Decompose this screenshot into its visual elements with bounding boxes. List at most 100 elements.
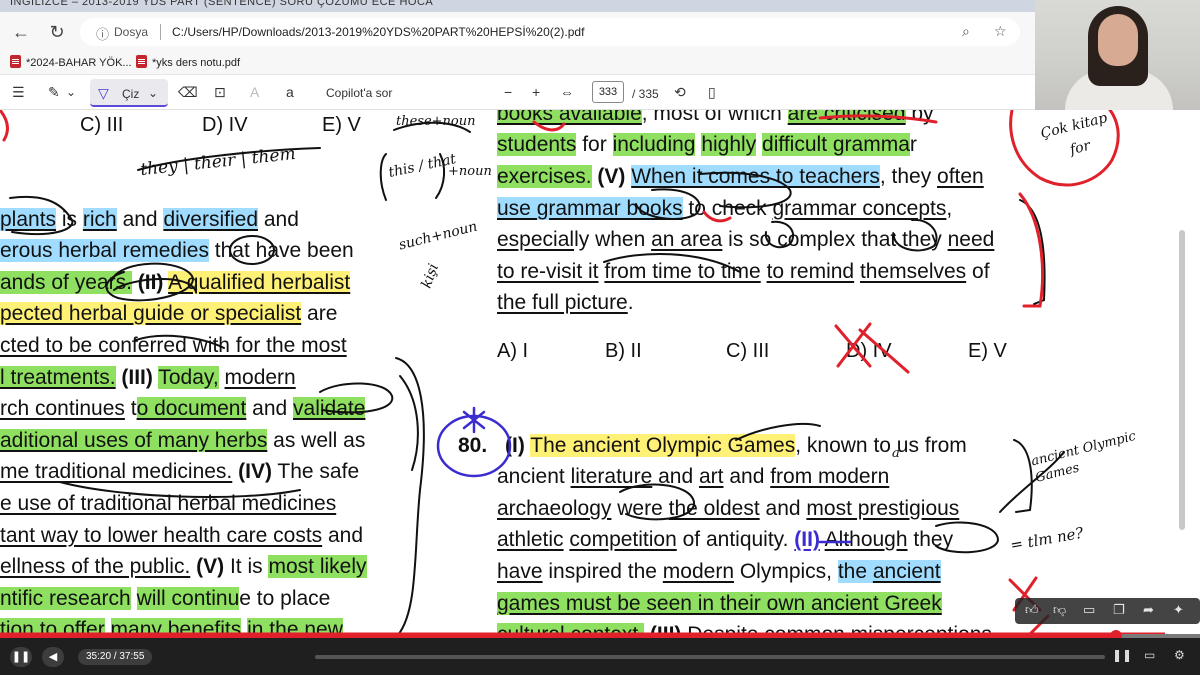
option-e: E) V bbox=[968, 340, 1007, 362]
option-c: C) III bbox=[80, 114, 124, 136]
chevron-down-icon[interactable]: ⌄ bbox=[66, 83, 76, 101]
left-line-14: tion to offer many benefits in the new bbox=[0, 616, 343, 635]
divider bbox=[160, 24, 161, 40]
pdf-icon bbox=[136, 55, 147, 68]
left-line-5: cted to be conferred with for the most bbox=[0, 334, 347, 357]
copy-icon[interactable]: ❐ bbox=[1113, 602, 1125, 618]
handwriting-for: for bbox=[1068, 137, 1092, 159]
bookmark-item[interactable]: *2024-BAHAR YÖK... bbox=[10, 55, 132, 69]
refresh-icon[interactable]: ↻ bbox=[46, 21, 68, 43]
left-line-2: erous herbal remedies that have been bbox=[0, 239, 354, 262]
url-field[interactable]: ⓘ Dosya C:/Users/HP/Downloads/2013-2019%… bbox=[80, 18, 1020, 46]
q80-line-4: athletic competition of antiquity. (II) … bbox=[497, 528, 954, 551]
q80-line-5: have inspired the modern Olympics, the a… bbox=[497, 560, 941, 583]
left-line-3: ands of years. (II) A qualified herbalis… bbox=[0, 271, 351, 294]
url-text[interactable]: C:/Users/HP/Downloads/2013-2019%20YDS%20… bbox=[172, 25, 584, 39]
draw-button[interactable]: ▽ Çiz ⌄ bbox=[90, 79, 168, 107]
read-aloud-icon[interactable]: a bbox=[286, 83, 294, 101]
scrollbar-thumb[interactable] bbox=[1179, 230, 1185, 530]
highlight-icon[interactable]: ✎ bbox=[48, 83, 60, 101]
zoom-out-button[interactable]: − bbox=[504, 83, 512, 101]
page-total: / 335 bbox=[632, 87, 659, 101]
draw-icon: ▽ bbox=[98, 85, 109, 101]
zoom-in-button[interactable]: + bbox=[532, 83, 540, 101]
left-line-8: aditional uses of many herbs as well as bbox=[0, 429, 366, 452]
right-line-4: use grammar books to check grammar conce… bbox=[497, 197, 953, 220]
bookmark-item[interactable]: *yks ders notu.pdf bbox=[136, 55, 240, 69]
eraser-icon[interactable]: ⌫ bbox=[178, 83, 198, 101]
pause-icon[interactable]: ❚❚ bbox=[10, 647, 32, 667]
q80-line-3: archaeology were the oldest and most pre… bbox=[497, 497, 960, 520]
info-icon[interactable]: ⓘ bbox=[96, 24, 109, 43]
settings-gear-icon[interactable]: ⚙ bbox=[1174, 648, 1185, 662]
left-line-4: pected herbal guide or specialist are bbox=[0, 302, 338, 325]
video-timecode: 35:20 / 37:55 bbox=[78, 649, 153, 665]
handwriting-these-noun: these+noun bbox=[396, 114, 476, 129]
handwriting-them-ne: = tlm ne? bbox=[1008, 523, 1085, 555]
handwriting-mark: a bbox=[892, 446, 900, 461]
annotation-floating-toolbar: 👍︎ 👎︎ ▭ ❐ ➦ ✦ bbox=[1015, 598, 1200, 624]
sparkle-icon[interactable]: ✦ bbox=[1173, 602, 1184, 618]
left-line-7: rch continues to document and validate bbox=[0, 397, 366, 420]
left-line-11: tant way to lower health care costs and bbox=[0, 524, 364, 547]
thumbs-down-icon[interactable]: 👎︎ bbox=[1053, 602, 1066, 618]
handwriting-ancient-olympic: ancient Olympic Games bbox=[1029, 428, 1138, 486]
bookmarks-bar: *2024-BAHAR YÖK... *yks ders notu.pdf bbox=[0, 52, 1035, 74]
back-arrow-icon[interactable]: ← bbox=[10, 21, 32, 43]
option-a: A) I bbox=[497, 340, 529, 362]
webcam-feed bbox=[1035, 0, 1200, 110]
contents-icon[interactable]: ☰ bbox=[12, 83, 25, 101]
left-line-9: me traditional medicines. (IV) The safe bbox=[0, 460, 360, 483]
video-controls: ❚❚ ◀ 35:20 / 37:55 ❚❚ ▭ ⚙ bbox=[0, 638, 1200, 675]
left-line-10: e use of traditional herbal medicines bbox=[0, 492, 337, 515]
pdf-page: C) III D) IV E) V plants is rich and div… bbox=[0, 110, 1165, 635]
zoom-icon[interactable]: ⌕ bbox=[962, 23, 970, 40]
file-label: Dosya bbox=[114, 25, 149, 39]
fit-page-icon[interactable]: ⇔ bbox=[560, 83, 574, 101]
captions-icon[interactable]: ▭ bbox=[1144, 648, 1155, 662]
option-c: C) III bbox=[726, 340, 770, 362]
rotate-icon[interactable]: ⟲ bbox=[674, 83, 686, 101]
q80-line-7: cultural context. (III) Despite common m… bbox=[497, 621, 992, 635]
option-d: D) IV bbox=[846, 340, 892, 362]
left-line-6: l treatments. (III) Today, modern bbox=[0, 366, 296, 389]
right-line-6: to re-visit it from time to time to remi… bbox=[497, 260, 990, 283]
address-bar-row: ← ↻ ⓘ Dosya C:/Users/HP/Downloads/2013-2… bbox=[0, 12, 1035, 52]
favorite-star-icon[interactable]: ☆ bbox=[994, 23, 1007, 40]
right-line-1: books available, most of which are criti… bbox=[497, 110, 934, 128]
option-e: E) V bbox=[322, 114, 361, 136]
vertical-scrollbar[interactable] bbox=[1165, 110, 1200, 635]
video-scrub-track[interactable] bbox=[315, 655, 1105, 659]
handwriting-such-noun: such+noun bbox=[397, 218, 480, 254]
handwriting-cok-kitap: Çok kitap bbox=[1039, 110, 1109, 142]
page-number-input[interactable]: 333 bbox=[592, 81, 624, 103]
left-line-1: plants is rich and diversified and bbox=[0, 208, 299, 231]
share-icon[interactable]: ➦ bbox=[1143, 602, 1154, 618]
page-view-icon[interactable]: ▯ bbox=[708, 83, 716, 101]
handwriting-noun: +noun bbox=[448, 164, 492, 179]
q80-line-6: games must be seen in their own ancient … bbox=[497, 592, 942, 615]
option-d: D) IV bbox=[202, 114, 248, 136]
left-line-13: ntific research will continue to place bbox=[0, 587, 331, 610]
handwriting-they-their: they | their | them bbox=[139, 143, 297, 181]
right-line-3: exercises. (V) When it comes to teachers… bbox=[497, 165, 984, 188]
handwriting-this-that: this / that bbox=[387, 151, 458, 181]
comment-icon[interactable]: ▭ bbox=[1083, 602, 1095, 618]
pdf-icon bbox=[10, 55, 21, 68]
left-line-12: ellness of the public. (V) It is most li… bbox=[0, 555, 367, 578]
volume-icon[interactable]: ◀ bbox=[42, 647, 64, 667]
right-line-2: students for including highly difficult … bbox=[497, 133, 917, 156]
copilot-button[interactable]: Copilot'a sor bbox=[326, 84, 392, 102]
pdf-toolbar: ☰ ✎ ⌄ ▽ Çiz ⌄ ⌫ ⊡ A a Copilot'a sor − + … bbox=[0, 74, 1035, 110]
tab-title[interactable]: İNGİLİZCE – 2013-2019 YDS PART (SENTENCE… bbox=[10, 0, 433, 8]
pause-small-icon[interactable]: ❚❚ bbox=[1112, 648, 1132, 662]
font-icon[interactable]: A bbox=[250, 83, 259, 101]
right-line-5: especially when an area is so complex th… bbox=[497, 228, 995, 251]
q80-line-2: ancient literature and art and from mode… bbox=[497, 465, 890, 488]
right-line-7: the full picture. bbox=[497, 291, 634, 314]
thumbs-up-icon[interactable]: 👍︎ bbox=[1025, 602, 1039, 618]
text-box-icon[interactable]: ⊡ bbox=[214, 83, 226, 101]
question-number: 80. bbox=[458, 434, 488, 457]
tab-strip: İNGİLİZCE – 2013-2019 YDS PART (SENTENCE… bbox=[0, 0, 1035, 12]
presenter-face bbox=[1098, 14, 1138, 66]
